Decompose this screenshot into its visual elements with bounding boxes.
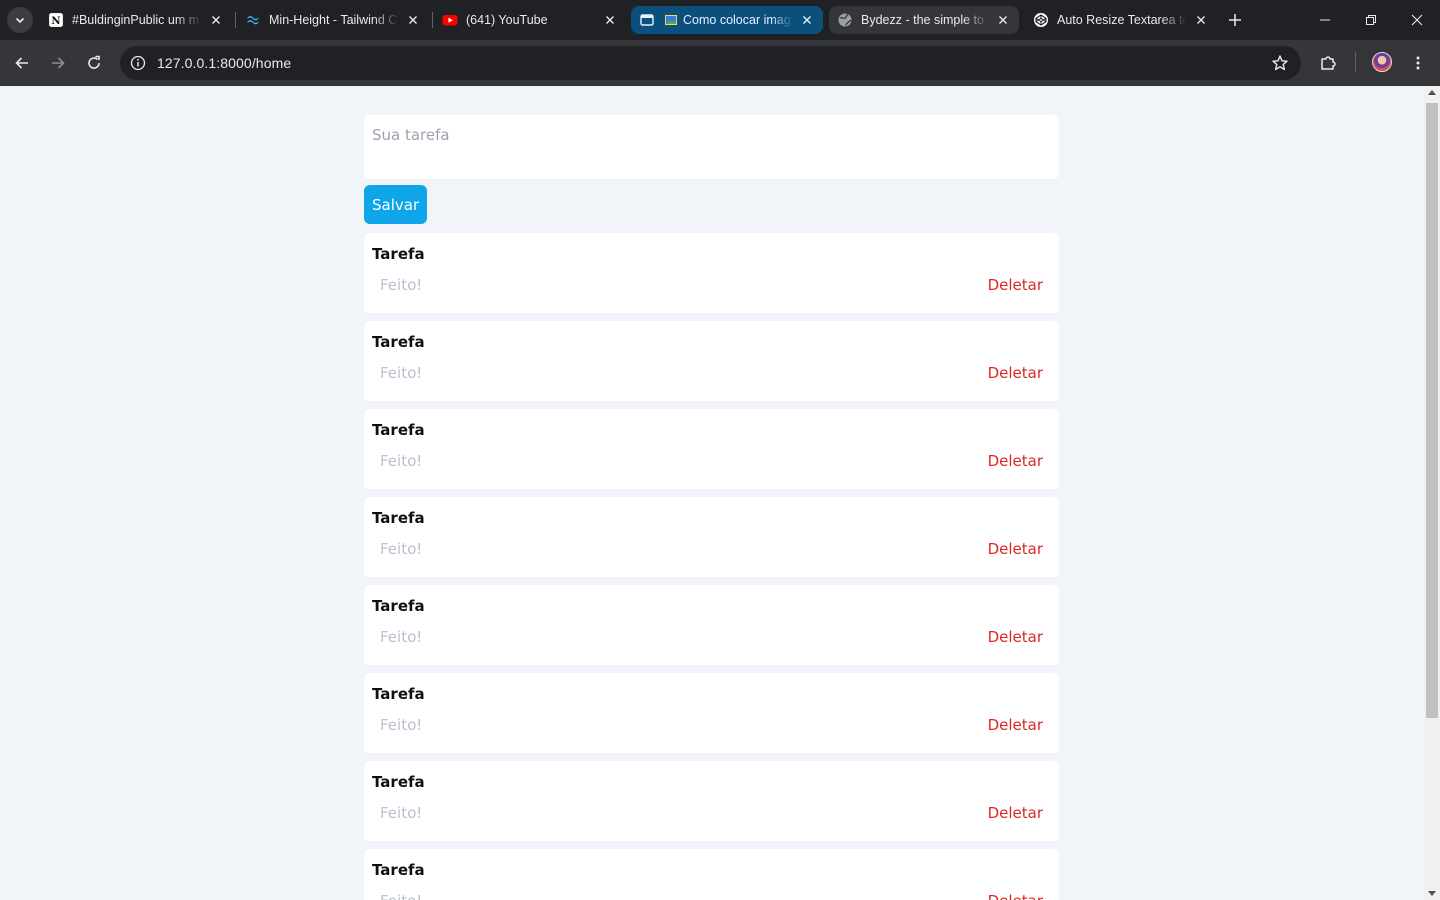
done-button[interactable]: Feito! [372, 539, 430, 559]
minimize-icon [1320, 19, 1330, 21]
youtube-icon [442, 12, 458, 28]
delete-button[interactable]: Deletar [980, 451, 1051, 471]
done-button[interactable]: Feito! [372, 275, 430, 295]
delete-button[interactable]: Deletar [980, 891, 1051, 900]
task-card: Tarefa Feito! Deletar [364, 585, 1059, 665]
task-title: Tarefa [372, 421, 425, 439]
restore-button[interactable] [1348, 0, 1394, 40]
done-button[interactable]: Feito! [372, 891, 430, 900]
svg-text:N: N [51, 16, 60, 27]
page-viewport: Salvar Tarefa Feito! Deletar Tarefa Feit… [0, 86, 1424, 900]
tab-3[interactable]: Como colocar imag [631, 6, 823, 34]
globe-icon [837, 12, 853, 28]
task-card: Tarefa Feito! Deletar [364, 409, 1059, 489]
tailwind-icon [245, 12, 261, 28]
task-card: Tarefa Feito! Deletar [364, 321, 1059, 401]
task-title: Tarefa [372, 773, 425, 791]
delete-button[interactable]: Deletar [980, 715, 1051, 735]
tab-title: Auto Resize Textarea to [1057, 13, 1187, 27]
done-button[interactable]: Feito! [372, 451, 430, 471]
tab-title: Como colocar imag [683, 13, 791, 27]
tab-0[interactable]: N #BuldinginPublic um m [40, 6, 232, 34]
toolbar-separator [1355, 52, 1356, 72]
tab-title: Bydezz - the simple to [861, 13, 984, 27]
done-button[interactable]: Feito! [372, 715, 430, 735]
browser-menu-button[interactable] [1404, 49, 1432, 77]
browser-toolbar: 127.0.0.1:8000/home [0, 40, 1440, 86]
close-tab-icon[interactable] [405, 12, 421, 28]
tab-2[interactable]: (641) YouTube [434, 6, 626, 34]
tab-title: (641) YouTube [466, 13, 548, 27]
done-button[interactable]: Feito! [372, 627, 430, 647]
image-icon [663, 12, 679, 28]
task-title: Tarefa [372, 861, 425, 879]
extensions-button[interactable] [1314, 49, 1342, 77]
task-card: Tarefa Feito! Deletar [364, 497, 1059, 577]
bookmark-star-icon[interactable] [1271, 54, 1289, 72]
task-title: Tarefa [372, 333, 425, 351]
done-button[interactable]: Feito! [372, 803, 430, 823]
new-tab-button[interactable] [1223, 8, 1247, 32]
puzzle-icon [1321, 56, 1336, 70]
back-button[interactable] [8, 49, 36, 77]
tab-1[interactable]: Min-Height - Tailwind C [237, 6, 429, 34]
delete-button[interactable]: Deletar [980, 275, 1051, 295]
reload-icon [88, 55, 100, 69]
todo-container: Salvar Tarefa Feito! Deletar Tarefa Feit… [364, 115, 1059, 900]
close-tab-icon[interactable] [995, 12, 1011, 28]
tab-title: #BuldinginPublic um m [72, 13, 200, 27]
chevron-down-icon [15, 17, 25, 24]
task-card: Tarefa Feito! Deletar [364, 849, 1059, 900]
address-bar[interactable]: 127.0.0.1:8000/home [120, 46, 1301, 80]
task-list: Tarefa Feito! Deletar Tarefa Feito! Dele… [364, 233, 1059, 900]
save-button[interactable]: Salvar [364, 185, 428, 224]
task-card: Tarefa Feito! Deletar [364, 761, 1059, 841]
task-title: Tarefa [372, 685, 425, 703]
restore-icon [1366, 15, 1376, 25]
task-title: Tarefa [372, 245, 425, 263]
close-icon [1411, 14, 1423, 26]
scroll-down-arrow-icon[interactable] [1428, 891, 1436, 896]
reload-button[interactable] [80, 49, 108, 77]
task-input[interactable] [364, 115, 1059, 179]
task-title: Tarefa [372, 509, 425, 527]
delete-button[interactable]: Deletar [980, 363, 1051, 383]
task-card: Tarefa Feito! Deletar [364, 233, 1059, 313]
close-window-button[interactable] [1394, 0, 1440, 40]
scroll-up-arrow-icon[interactable] [1428, 90, 1436, 95]
tab-title: Min-Height - Tailwind C [269, 13, 398, 27]
tab-4[interactable]: Bydezz - the simple to [829, 6, 1019, 34]
minimize-button[interactable] [1302, 0, 1348, 40]
tab-separator [235, 12, 236, 28]
url-text: 127.0.0.1:8000/home [157, 55, 292, 71]
site-info-icon[interactable] [128, 53, 148, 73]
delete-button[interactable]: Deletar [980, 539, 1051, 559]
delete-button[interactable]: Deletar [980, 627, 1051, 647]
tab-separator [432, 12, 433, 28]
tab-search-button[interactable] [7, 7, 33, 33]
done-button[interactable]: Feito! [372, 363, 430, 383]
arrow-right-icon [52, 57, 65, 69]
plus-icon [1229, 14, 1241, 26]
more-vertical-icon [1416, 56, 1420, 70]
tab-group-icon [639, 12, 655, 28]
task-card: Tarefa Feito! Deletar [364, 673, 1059, 753]
close-tab-icon[interactable] [1193, 12, 1209, 28]
notion-icon: N [48, 12, 64, 28]
codepen-icon [1033, 12, 1049, 28]
delete-button[interactable]: Deletar [980, 803, 1051, 823]
page-scrollbar[interactable] [1424, 86, 1440, 900]
arrow-left-icon [15, 57, 28, 69]
close-tab-icon[interactable] [799, 12, 815, 28]
close-tab-icon[interactable] [602, 12, 618, 28]
profile-avatar[interactable] [1372, 52, 1392, 72]
scrollbar-thumb[interactable] [1426, 103, 1438, 718]
tab-5[interactable]: Auto Resize Textarea to [1025, 6, 1217, 34]
task-title: Tarefa [372, 597, 425, 615]
forward-button[interactable] [44, 49, 72, 77]
tab-strip: N #BuldinginPublic um m Min-Height - Tai… [0, 0, 1440, 40]
close-tab-icon[interactable] [208, 12, 224, 28]
